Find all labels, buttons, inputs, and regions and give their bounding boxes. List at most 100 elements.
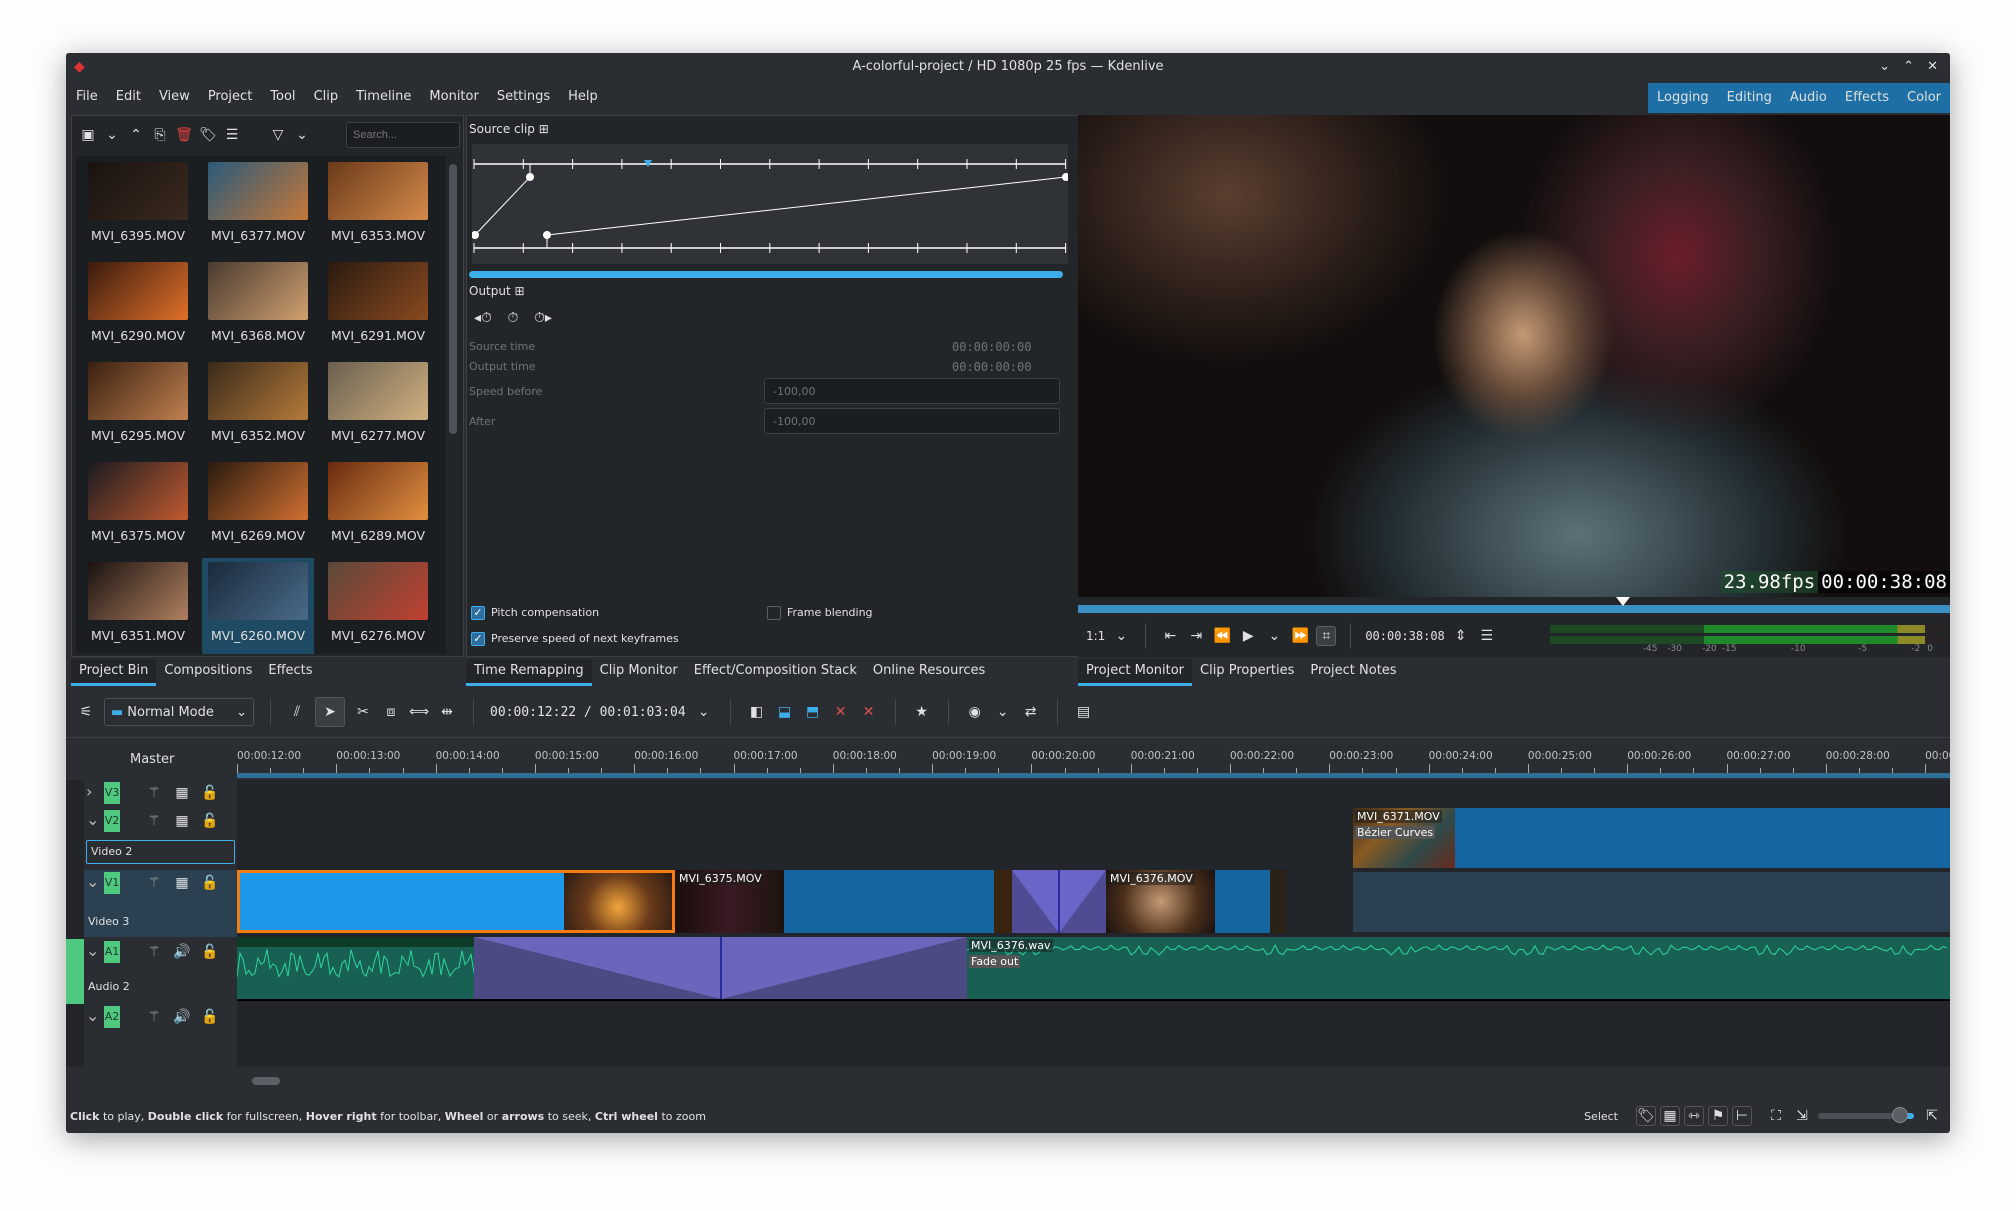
- track-tag[interactable]: A1: [104, 941, 120, 963]
- speed-before-spinbox[interactable]: -100,00: [764, 378, 1060, 404]
- chevron-right-icon[interactable]: ›: [86, 782, 92, 801]
- menu-icon[interactable]: ☰: [222, 125, 242, 145]
- bin-clip[interactable]: MVI_6352.MOV: [202, 358, 314, 454]
- clip-fragment[interactable]: [994, 870, 1012, 933]
- set-in-icon[interactable]: ⇤: [1160, 626, 1180, 646]
- master-label[interactable]: Master: [130, 752, 174, 767]
- speaker-icon[interactable]: 🔊: [172, 1007, 192, 1027]
- track-name[interactable]: Audio 2: [88, 980, 130, 993]
- minimize-icon[interactable]: ⌄: [1879, 53, 1890, 81]
- lock-icon[interactable]: 🔓: [200, 1007, 220, 1027]
- source-time-value[interactable]: 00:00:00:00: [952, 340, 1031, 354]
- bin-clip[interactable]: MVI_6277.MOV: [322, 358, 434, 454]
- track-tag[interactable]: A2: [104, 1006, 120, 1028]
- lock-icon[interactable]: 🔓: [200, 873, 220, 893]
- filmstrip-icon[interactable]: ▦: [172, 783, 192, 803]
- timeline-position[interactable]: 00:00:12:22 / 00:01:03:04: [490, 705, 686, 720]
- effects-wand-icon[interactable]: ⚚: [144, 811, 164, 831]
- menu-file[interactable]: File: [76, 89, 98, 104]
- monitor-ruler[interactable]: [1078, 605, 1950, 613]
- effects-wand-icon[interactable]: ⚚: [144, 1007, 164, 1027]
- monitor-playhead-icon[interactable]: [1616, 597, 1630, 606]
- tag-icon[interactable]: 🏷: [198, 125, 218, 145]
- tab-effect-stack[interactable]: Effect/Composition Stack: [685, 659, 865, 683]
- checkbox-checked-icon[interactable]: ✓: [471, 632, 485, 646]
- bin-clip[interactable]: MVI_6353.MOV: [322, 158, 434, 254]
- checkbox-unchecked-icon[interactable]: [767, 606, 781, 620]
- chevron-up-icon[interactable]: ⌃: [126, 125, 146, 145]
- bin-clip[interactable]: MVI_6269.MOV: [202, 458, 314, 554]
- audio-track-clips[interactable]: [237, 937, 1950, 999]
- chevron-down-icon[interactable]: ⌄: [292, 125, 312, 145]
- lock-icon[interactable]: 🔓: [200, 783, 220, 803]
- bin-clip[interactable]: MVI_6290.MOV: [82, 258, 194, 354]
- timeline-ruler[interactable]: 00:00:12:00 00:00:13:00 00:00:14:00 00:00:1…: [237, 748, 1950, 778]
- selected-clip[interactable]: [237, 870, 675, 933]
- tab-project-bin[interactable]: Project Bin: [71, 659, 157, 686]
- filmstrip-icon[interactable]: ▦: [1660, 1106, 1680, 1126]
- previous-keyframe-icon[interactable]: ◂⏱: [473, 308, 493, 328]
- track-tag[interactable]: V3: [104, 782, 120, 804]
- bin-clip[interactable]: MVI_6395.MOV: [82, 158, 194, 254]
- add-clip-icon[interactable]: ⎘: [150, 125, 170, 145]
- menu-monitor[interactable]: Monitor: [429, 89, 478, 104]
- bin-clip[interactable]: MVI_6295.MOV: [82, 358, 194, 454]
- menu-settings[interactable]: Settings: [497, 89, 550, 104]
- bin-clip[interactable]: MVI_6368.MOV: [202, 258, 314, 354]
- workspace-editing[interactable]: Editing: [1718, 83, 1781, 113]
- spin-arrows-icon[interactable]: ⇕: [1451, 626, 1471, 646]
- chevron-down-icon[interactable]: ⌄: [86, 1006, 99, 1025]
- speaker-icon[interactable]: 🔊: [172, 942, 192, 962]
- track-name[interactable]: Video 3: [88, 915, 129, 928]
- bin-clip[interactable]: MVI_6351.MOV: [82, 558, 194, 654]
- play-icon[interactable]: ▶: [1238, 626, 1258, 646]
- tab-project-monitor[interactable]: Project Monitor: [1078, 659, 1193, 686]
- chevron-down-icon[interactable]: ⌄: [102, 125, 122, 145]
- filter-icon[interactable]: ▽: [268, 125, 288, 145]
- bin-search-input[interactable]: [346, 122, 460, 148]
- delete-icon[interactable]: 🗑: [174, 125, 194, 145]
- pitch-compensation-checkbox[interactable]: ✓ Pitch compensation: [471, 606, 599, 620]
- split-view-icon[interactable]: ◧: [747, 702, 767, 722]
- tab-effects[interactable]: Effects: [260, 659, 321, 683]
- bin-clip[interactable]: MVI_6375.MOV: [82, 458, 194, 554]
- fit-zoom-icon[interactable]: ⛶: [1766, 1106, 1786, 1126]
- effects-wand-icon[interactable]: ⚚: [144, 873, 164, 893]
- audio-thumbs-icon[interactable]: ⇿: [1684, 1106, 1704, 1126]
- chevron-down-icon[interactable]: ⌄: [86, 941, 99, 960]
- track-settings-icon[interactable]: ⚟: [76, 702, 96, 722]
- lock-icon[interactable]: 🔓: [200, 811, 220, 831]
- checkbox-checked-icon[interactable]: ✓: [471, 606, 485, 620]
- razor-tool-icon[interactable]: ✂: [353, 702, 373, 722]
- after-spinbox[interactable]: -100,00: [764, 408, 1060, 434]
- bin-clip[interactable]: MVI_6276.MOV: [322, 558, 434, 654]
- view-mode-icon[interactable]: ▣: [78, 125, 98, 145]
- bin-scrollbar[interactable]: [449, 164, 457, 434]
- subtitle-icon[interactable]: ▤: [1074, 702, 1094, 722]
- chevron-down-icon[interactable]: ⌄: [86, 810, 99, 829]
- bin-clip[interactable]: MVI_6291.MOV: [322, 258, 434, 354]
- menu-view[interactable]: View: [159, 89, 190, 104]
- tab-online-resources[interactable]: Online Resources: [864, 659, 994, 683]
- zoom-out-icon[interactable]: ⇲: [1792, 1106, 1812, 1126]
- maximize-icon[interactable]: ⌃: [1903, 53, 1914, 81]
- chevron-down-icon[interactable]: ⌄: [86, 872, 99, 891]
- zoom-slider-handle[interactable]: [1891, 1107, 1908, 1123]
- zoom-select[interactable]: 1:1: [1086, 629, 1105, 643]
- effects-wand-icon[interactable]: ⚚: [144, 783, 164, 803]
- lift-icon[interactable]: ✕: [831, 702, 851, 722]
- audio-target-indicator[interactable]: [66, 939, 84, 1004]
- chevron-down-icon[interactable]: ⌄: [694, 702, 714, 722]
- add-keyframe-icon[interactable]: ⏱: [503, 308, 523, 328]
- remap-graph[interactable]: [472, 144, 1068, 264]
- remap-zoom-bar[interactable]: [469, 271, 1063, 278]
- clip-mvi-6376[interactable]: MVI_6376.MOV: [1106, 870, 1270, 933]
- video-frame[interactable]: 23.98fps 00:00:38:08: [1078, 115, 1950, 597]
- align-icon[interactable]: ⊞: [515, 284, 525, 298]
- record-icon[interactable]: ◉: [965, 702, 985, 722]
- workspace-logging[interactable]: Logging: [1648, 83, 1718, 113]
- workspace-effects[interactable]: Effects: [1836, 83, 1898, 113]
- chevron-down-icon[interactable]: ⌄: [1111, 626, 1131, 646]
- menu-tool[interactable]: Tool: [270, 89, 295, 104]
- fast-forward-icon[interactable]: ⏩: [1290, 626, 1310, 646]
